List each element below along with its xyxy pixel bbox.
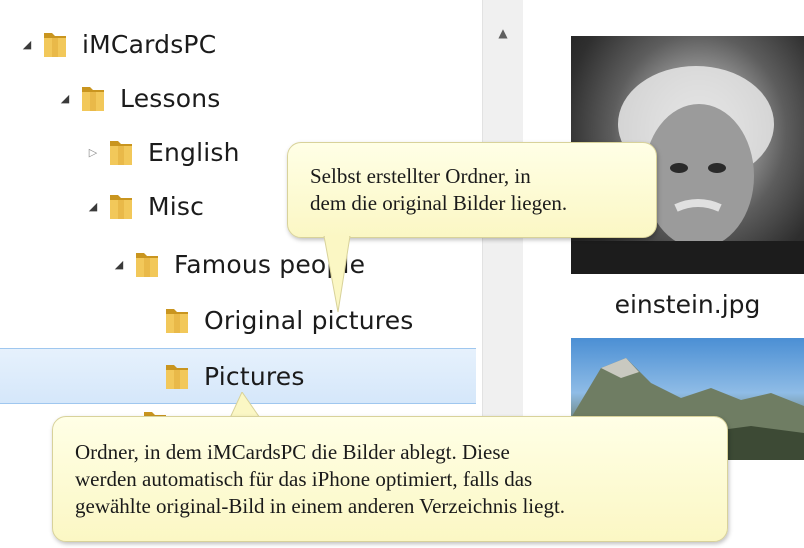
expand-arrow-icon[interactable]: ◢ — [86, 199, 100, 213]
expand-arrow-icon[interactable]: ◢ — [58, 91, 72, 105]
callout-text-line: Ordner, in dem iMCardsPC die Bilder able… — [75, 440, 510, 464]
expand-arrow-icon[interactable]: ◢ — [112, 257, 126, 271]
expand-arrow-icon[interactable]: ◢ — [20, 37, 34, 51]
folder-icon — [110, 195, 132, 219]
folder-icon — [110, 141, 132, 165]
scroll-up-arrow-icon[interactable]: ▲ — [493, 26, 513, 40]
tree-item-label: English — [148, 137, 240, 167]
folder-icon — [166, 309, 188, 333]
thumbnail-caption[interactable]: einstein.jpg — [571, 290, 804, 319]
callout-text-line: dem die original Bilder liegen. — [310, 191, 568, 215]
folder-icon — [82, 87, 104, 111]
explorer-window: ◢ iMCardsPC ◢ Lessons ▷ English ◢ Misc ◢… — [0, 0, 804, 548]
folder-icon — [44, 33, 66, 57]
folder-icon — [166, 365, 188, 389]
collapse-arrow-icon[interactable]: ▷ — [86, 145, 100, 159]
tree-item-label: iMCardsPC — [82, 29, 217, 59]
tree-item-label: Pictures — [204, 361, 305, 391]
callout-text-line: werden automatisch für das iPhone optimi… — [75, 467, 533, 491]
tree-item-imcardspc[interactable]: ◢ iMCardsPC — [0, 16, 496, 72]
tree-item-label: Misc — [148, 191, 205, 221]
callout-original-folder: Selbst erstellter Ordner, in dem die ori… — [287, 142, 657, 238]
callout-pictures-folder: Ordner, in dem iMCardsPC die Bilder able… — [52, 416, 728, 542]
callout-text-line: gewählte original-Bild in einem anderen … — [75, 494, 566, 518]
folder-icon — [136, 253, 158, 277]
tree-item-label: Original pictures — [204, 305, 414, 335]
tree-item-lessons[interactable]: ◢ Lessons — [0, 70, 534, 126]
tree-item-label: Lessons — [120, 83, 221, 113]
callout-text-line: Selbst erstellter Ordner, in — [310, 164, 531, 188]
callout-pointer-icon — [323, 236, 351, 313]
